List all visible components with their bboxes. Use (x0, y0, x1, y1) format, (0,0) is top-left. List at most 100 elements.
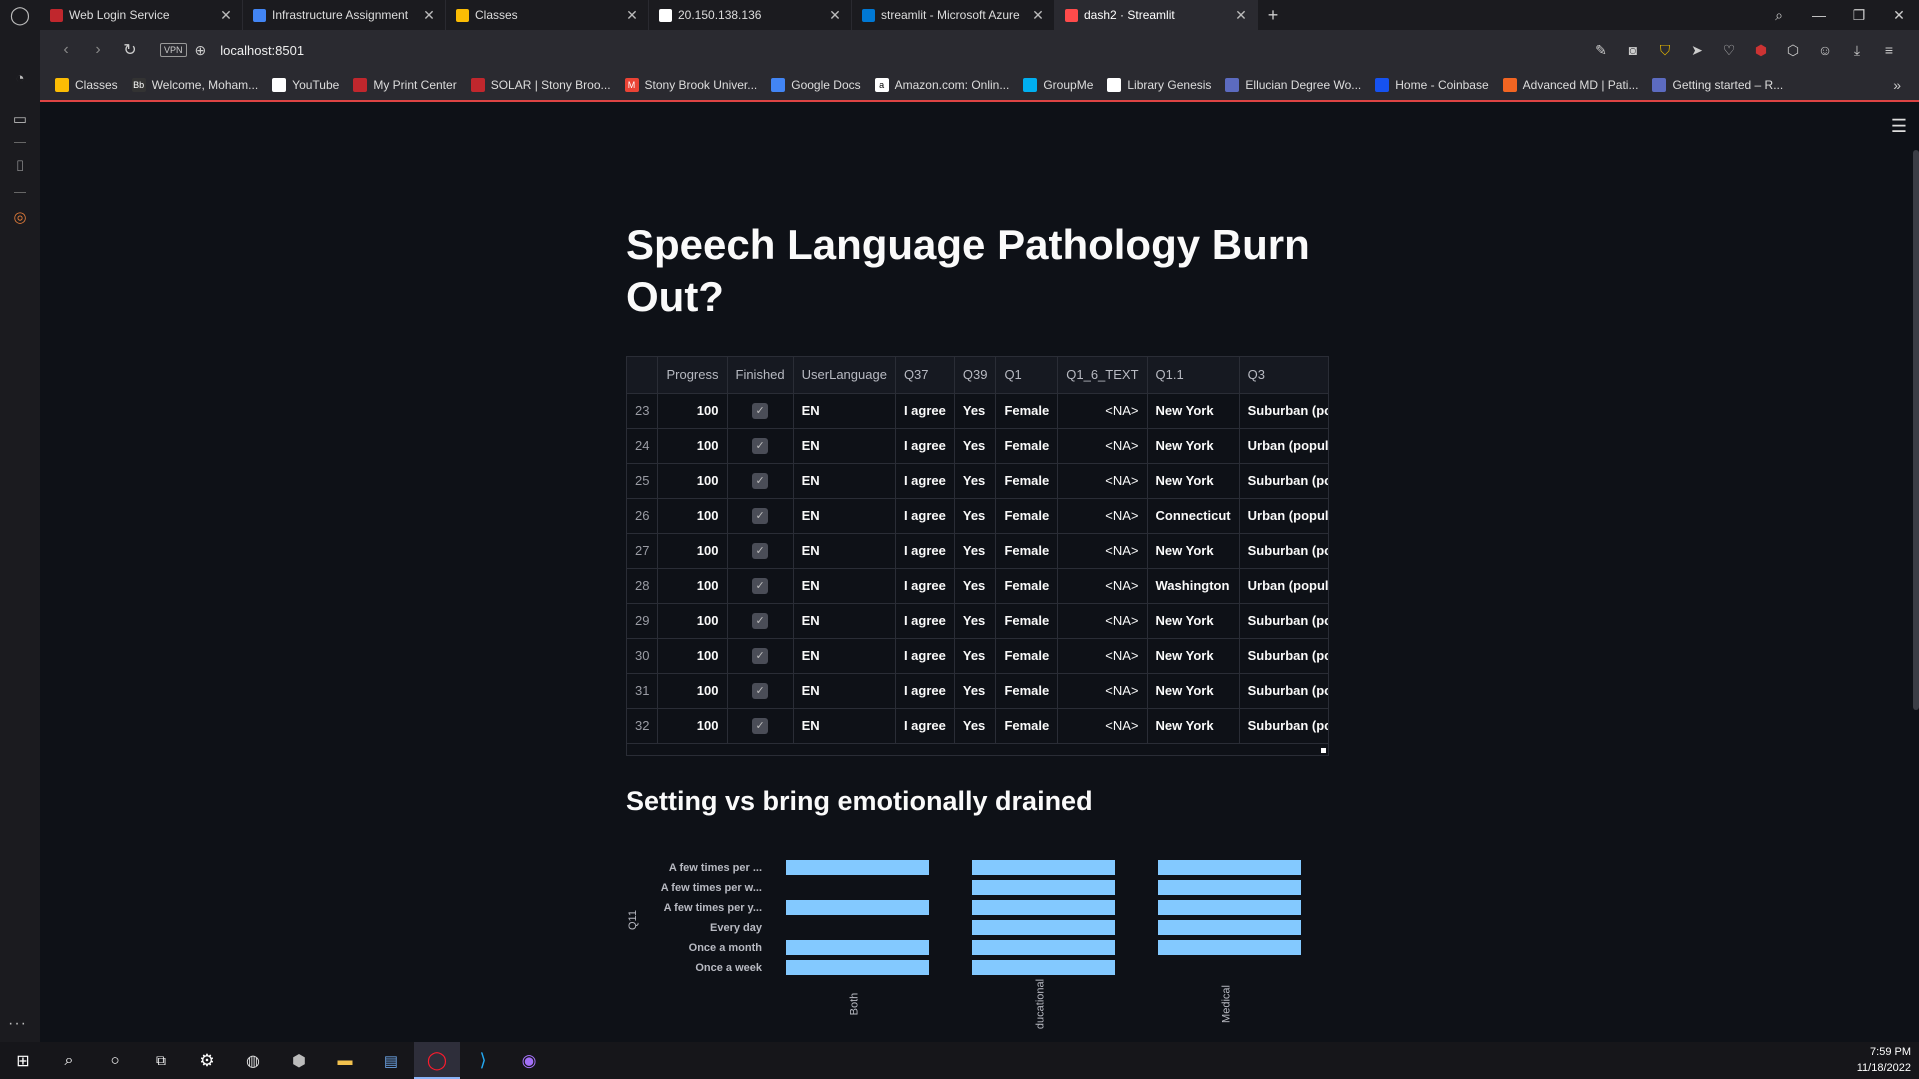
table-cell[interactable]: <NA> (1057, 673, 1148, 709)
app-icon[interactable]: ▤ (368, 1052, 414, 1070)
table-cell[interactable]: Female (995, 428, 1059, 464)
table-cell[interactable]: New York (1147, 533, 1240, 569)
bookmark-item[interactable]: a Amazon.com: Onlin... (874, 78, 1009, 92)
browser-tab[interactable]: Infrastructure Assignment ✕ (243, 0, 446, 30)
row-index[interactable]: 31 (627, 673, 659, 709)
ublock-icon[interactable]: ⬢ (1745, 42, 1777, 59)
table-cell[interactable]: New York (1147, 708, 1240, 744)
bookmark-item[interactable]: My Print Center (353, 78, 457, 92)
search-icon[interactable]: ⌕ (46, 1052, 92, 1070)
restore-icon[interactable]: ❐ (1839, 7, 1879, 24)
row-index[interactable]: 26 (627, 498, 659, 534)
table-cell[interactable]: I agree (895, 498, 955, 534)
table-cell[interactable]: 100 (657, 603, 728, 639)
table-cell[interactable]: Female (995, 498, 1059, 534)
bag-icon[interactable]: ▭ (10, 110, 30, 130)
column-header[interactable] (627, 357, 659, 394)
camera-icon[interactable]: ◙ (1617, 42, 1649, 58)
table-cell-finished[interactable]: ✓ (727, 428, 794, 464)
table-cell[interactable]: Washington (1147, 568, 1240, 604)
table-cell[interactable]: EN (793, 393, 896, 429)
table-row[interactable]: 26 100 ✓ EN I agree Yes Female <NA> Connecticut U… (627, 498, 1328, 534)
table-cell[interactable]: Suburban (popula (1239, 673, 1328, 709)
table-cell[interactable]: Female (995, 673, 1059, 709)
row-index[interactable]: 30 (627, 638, 659, 674)
table-cell[interactable]: New York (1147, 393, 1240, 429)
table-cell[interactable]: 100 (657, 533, 728, 569)
table-cell[interactable]: Female (995, 533, 1059, 569)
table-cell[interactable]: Yes (954, 393, 997, 429)
table-cell[interactable]: Yes (954, 533, 997, 569)
back-icon[interactable]: ‹ (50, 41, 82, 59)
table-cell[interactable]: Suburban (popula (1239, 603, 1328, 639)
table-cell[interactable]: EN (793, 498, 896, 534)
table-cell[interactable]: <NA> (1057, 498, 1148, 534)
menu-icon[interactable]: ≡ (1873, 42, 1905, 58)
row-index[interactable]: 23 (627, 393, 659, 429)
column-header[interactable]: Q37 (895, 357, 955, 394)
table-cell[interactable]: New York (1147, 673, 1240, 709)
instagram-icon[interactable]: ◎ (10, 208, 30, 228)
more-icon[interactable]: ··· (8, 1015, 27, 1033)
table-cell[interactable]: Yes (954, 708, 997, 744)
table-cell[interactable]: EN (793, 463, 896, 499)
table-cell[interactable]: EN (793, 533, 896, 569)
table-cell[interactable]: Yes (954, 498, 997, 534)
table-cell-finished[interactable]: ✓ (727, 603, 794, 639)
tab-close-icon[interactable]: ✕ (1030, 7, 1046, 24)
system-clock[interactable]: 7:59 PM 11/18/2022 (1857, 1044, 1911, 1076)
vscode-icon[interactable]: ⟩ (460, 1050, 506, 1071)
table-row[interactable]: 25 100 ✓ EN I agree Yes Female <NA> New York Subu… (627, 463, 1328, 499)
bookmark-item[interactable]: YouTube (272, 78, 339, 92)
table-cell[interactable]: <NA> (1057, 463, 1148, 499)
minimize-icon[interactable]: — (1799, 7, 1839, 23)
send-icon[interactable]: ➤ (1681, 42, 1713, 59)
table-cell[interactable]: <NA> (1057, 603, 1148, 639)
task-view-icon[interactable]: ⧉ (138, 1052, 184, 1069)
table-cell[interactable]: I agree (895, 568, 955, 604)
file-explorer-icon[interactable]: ▬ (322, 1052, 368, 1069)
table-cell[interactable]: I agree (895, 463, 955, 499)
table-cell[interactable]: Yes (954, 568, 997, 604)
browser-tab[interactable]: Web Login Service ✕ (40, 0, 243, 30)
row-index[interactable]: 28 (627, 568, 659, 604)
bookmark-item[interactable]: Getting started – R... (1652, 78, 1783, 92)
column-header[interactable]: Q1 (995, 357, 1059, 394)
hamburger-menu-icon[interactable]: ☰ (1891, 116, 1907, 137)
table-cell[interactable]: 100 (657, 638, 728, 674)
table-cell[interactable]: 100 (657, 498, 728, 534)
opera-logo-icon[interactable]: ◯ (0, 0, 40, 30)
table-row[interactable]: 31 100 ✓ EN I agree Yes Female <NA> New York Subu… (627, 673, 1328, 709)
cube-icon[interactable]: ⬡ (1777, 42, 1809, 59)
briefcase-icon[interactable]: ⌷ (10, 158, 30, 178)
table-cell[interactable]: Female (995, 638, 1059, 674)
table-row[interactable]: 30 100 ✓ EN I agree Yes Female <NA> New York Subu… (627, 638, 1328, 674)
table-cell[interactable]: New York (1147, 463, 1240, 499)
table-cell[interactable]: Urban (population (1239, 498, 1328, 534)
table-cell[interactable]: 100 (657, 463, 728, 499)
table-row[interactable]: 23 100 ✓ EN I agree Yes Female <NA> New York Subu… (627, 393, 1328, 429)
heart-icon[interactable]: ♡ (1713, 42, 1745, 59)
table-cell[interactable]: Suburban (popula (1239, 533, 1328, 569)
bookmark-item[interactable]: Ellucian Degree Wo... (1225, 78, 1361, 92)
shield-icon[interactable]: ⛉ (1649, 42, 1681, 59)
table-cell[interactable]: 100 (657, 673, 728, 709)
bookmark-item[interactable]: Bb Welcome, Moham... (131, 78, 258, 92)
table-cell[interactable]: I agree (895, 708, 955, 744)
table-cell[interactable]: EN (793, 708, 896, 744)
tab-close-icon[interactable]: ✕ (1233, 7, 1249, 24)
table-cell-finished[interactable]: ✓ (727, 463, 794, 499)
table-cell-finished[interactable]: ✓ (727, 673, 794, 709)
settings-icon[interactable]: ⚙ (184, 1051, 230, 1071)
tab-close-icon[interactable]: ✕ (827, 7, 843, 24)
table-cell[interactable]: EN (793, 568, 896, 604)
table-cell[interactable]: Suburban (popula (1239, 638, 1328, 674)
tab-close-icon[interactable]: ✕ (624, 7, 640, 24)
table-cell[interactable]: <NA> (1057, 533, 1148, 569)
table-cell[interactable]: Female (995, 708, 1059, 744)
table-cell[interactable]: 100 (657, 708, 728, 744)
bookmark-item[interactable]: SOLAR | Stony Broo... (470, 78, 611, 92)
browser-tab[interactable]: streamlit - Microsoft Azure ✕ (852, 0, 1055, 30)
reload-icon[interactable]: ↻ (114, 40, 146, 60)
table-cell[interactable]: New York (1147, 638, 1240, 674)
